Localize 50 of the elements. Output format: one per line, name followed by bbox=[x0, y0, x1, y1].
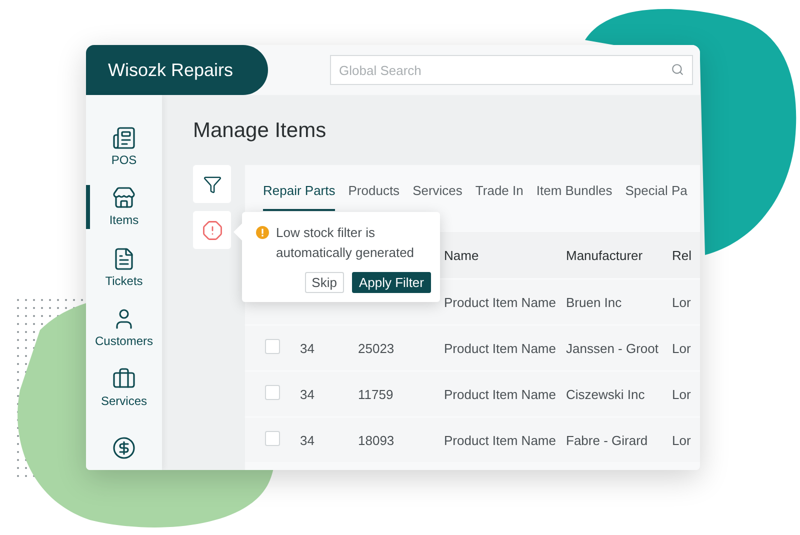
checkbox[interactable] bbox=[265, 339, 280, 354]
table-cell: Ciszewski Inc bbox=[566, 386, 645, 402]
tab[interactable]: Services bbox=[412, 165, 462, 211]
file-icon bbox=[112, 246, 136, 271]
sidebar-item[interactable]: Services bbox=[86, 366, 162, 410]
table-cell: Bruen Inc bbox=[566, 294, 622, 310]
table-cell: Product Item Name bbox=[444, 386, 556, 402]
tab[interactable]: Item Bundles bbox=[536, 165, 612, 211]
table-cell: Lor bbox=[672, 432, 691, 448]
skip-button[interactable]: Skip bbox=[304, 272, 344, 293]
store-icon bbox=[112, 186, 136, 210]
alert-icon bbox=[202, 220, 222, 240]
table-cell: Product Item Name bbox=[444, 432, 556, 448]
tab[interactable]: Products bbox=[348, 165, 400, 211]
sidebar-item[interactable]: Customers bbox=[86, 306, 162, 350]
brand-title: Wisozk Repairs bbox=[86, 45, 268, 95]
dollar-icon bbox=[112, 436, 136, 460]
page-title: Manage Items bbox=[193, 119, 328, 144]
column-header: Rel bbox=[672, 248, 693, 262]
checkbox[interactable] bbox=[265, 385, 280, 400]
table-cell: 34 bbox=[300, 340, 314, 356]
table-cell: Lor bbox=[672, 340, 691, 356]
table-cell: 34 bbox=[300, 432, 314, 448]
popover-message: Low stock filter is automatically generated bbox=[276, 224, 416, 262]
table-cell: 18093 bbox=[358, 432, 394, 448]
table-cell: 34 bbox=[300, 386, 314, 402]
sidebar-item[interactable]: Tickets bbox=[86, 246, 162, 289]
table-cell: 25023 bbox=[358, 340, 394, 356]
column-header: Name bbox=[444, 248, 480, 262]
document-icon bbox=[112, 126, 136, 150]
sidebar-item[interactable]: POS bbox=[86, 125, 162, 168]
table-cell: 11759 bbox=[358, 386, 394, 402]
sidebar-item[interactable]: Items bbox=[86, 185, 162, 229]
table-cell: Product Item Name bbox=[444, 294, 556, 310]
warning-icon bbox=[256, 226, 269, 239]
filter-button[interactable] bbox=[193, 165, 231, 203]
table-cell: Janssen - Groot bbox=[566, 340, 658, 356]
column-header: Manufacturer bbox=[566, 248, 644, 262]
apply-filter-button[interactable]: Apply Filter bbox=[352, 272, 431, 293]
search-field[interactable]: Global Search bbox=[330, 55, 693, 85]
table-cell: Lor bbox=[672, 386, 691, 402]
tab[interactable]: Trade In bbox=[475, 165, 524, 211]
table-cell: Lor bbox=[672, 294, 691, 310]
tab[interactable]: Special Pa bbox=[625, 165, 688, 211]
search-icon bbox=[671, 63, 684, 76]
filter-icon bbox=[202, 174, 222, 194]
table-cell: Fabre - Girard bbox=[566, 432, 648, 448]
alert-button[interactable] bbox=[193, 211, 231, 249]
table-cell: Product Item Name bbox=[444, 340, 556, 356]
checkbox[interactable] bbox=[265, 431, 280, 446]
